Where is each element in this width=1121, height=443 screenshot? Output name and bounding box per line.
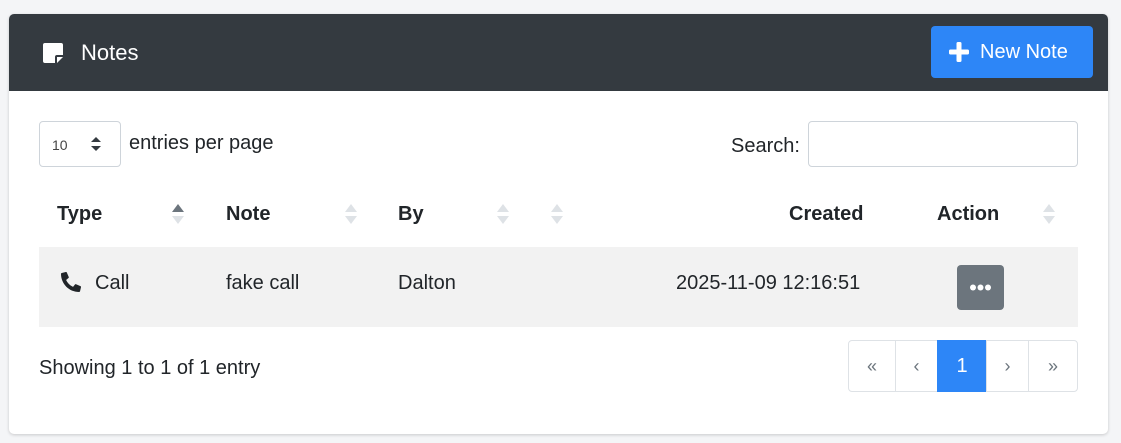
column-header-by[interactable]: By [398, 202, 424, 226]
entries-per-page-label: entries per page [129, 132, 274, 154]
cell-note: fake call [226, 272, 300, 294]
table-row: Call fake call Dalton 2025-11-09 12:16:5… [39, 247, 1078, 327]
sort-icon[interactable] [1042, 200, 1056, 228]
card-title: Notes [81, 40, 139, 65]
row-actions-button[interactable] [957, 265, 1004, 310]
entries-per-page-value: 10 [52, 137, 68, 153]
column-header-created[interactable]: Created [789, 202, 863, 226]
table-info: Showing 1 to 1 of 1 entry [39, 357, 261, 379]
cell-created: 2025-11-09 12:16:51 [676, 272, 861, 294]
phone-icon [61, 272, 81, 292]
card-header: Notes New Note [9, 14, 1108, 91]
column-header-type[interactable]: Type [57, 202, 102, 226]
entries-per-page-select[interactable]: 10 [39, 121, 121, 167]
pagination-first[interactable]: « [848, 340, 896, 392]
new-note-button[interactable]: New Note [931, 26, 1093, 78]
new-note-label: New Note [980, 41, 1068, 63]
pagination-page-1[interactable]: 1 [937, 340, 987, 392]
pagination-next[interactable]: › [986, 340, 1029, 392]
column-header-action[interactable]: Action [937, 202, 999, 226]
sort-icon[interactable] [496, 200, 510, 228]
pagination-last[interactable]: » [1028, 340, 1078, 392]
sort-icon[interactable] [550, 200, 564, 228]
plus-icon [949, 42, 969, 62]
cell-by: Dalton [398, 272, 456, 294]
search-input[interactable] [808, 121, 1078, 167]
pagination-previous[interactable]: ‹ [895, 340, 938, 392]
sort-icon[interactable] [344, 200, 358, 228]
notes-card: Notes New Note 10 entries per page Searc… [9, 14, 1108, 434]
sticky-note-icon [43, 43, 63, 63]
search-label: Search: [731, 135, 800, 157]
cell-type: Call [95, 272, 130, 294]
column-header-note[interactable]: Note [226, 202, 270, 226]
ellipsis-icon [970, 284, 991, 291]
sort-updown-icon [91, 137, 101, 151]
sort-ascending-icon[interactable] [171, 200, 185, 228]
